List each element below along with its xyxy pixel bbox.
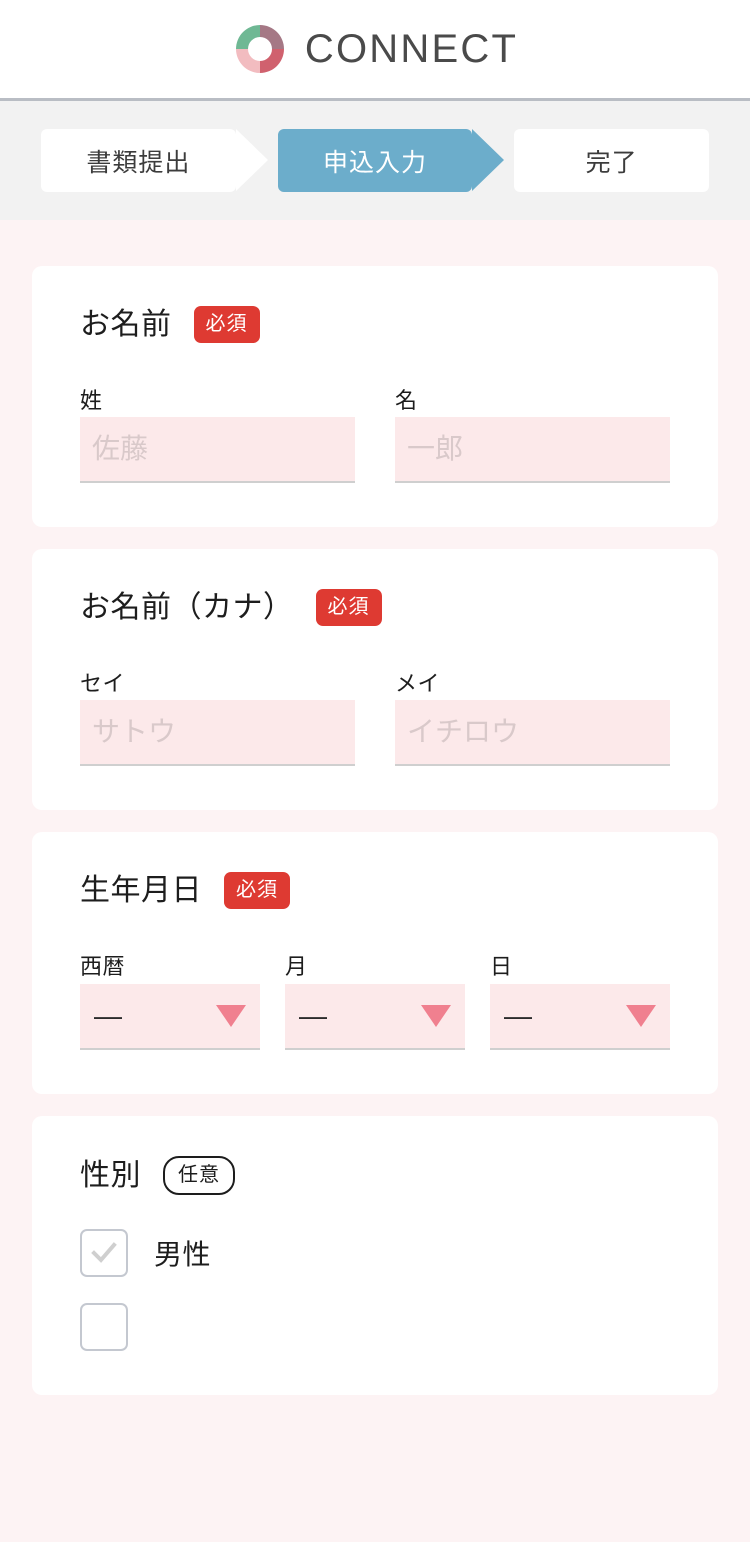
section-birthdate: 生年月日 必須 西暦 — 月 — 日 — <box>32 832 718 1093</box>
required-badge: 必須 <box>316 589 382 626</box>
check-mark-icon <box>89 1238 119 1268</box>
chevron-down-icon <box>421 1005 451 1027</box>
section-header: 性別 任意 <box>80 1156 670 1195</box>
section-header: お名前（カナ） 必須 <box>80 589 670 626</box>
birth-year-select[interactable]: — <box>80 984 260 1050</box>
step-item-complete[interactable]: 完了 <box>514 129 709 192</box>
field-last-name: 姓 <box>80 389 355 483</box>
field-birth-month: 月 — <box>285 955 465 1049</box>
field-label: 月 <box>285 955 465 979</box>
field-first-name-kana: メイ <box>395 672 670 766</box>
field-first-name: 名 <box>395 389 670 483</box>
gender-option-label: 男性 <box>154 1233 211 1273</box>
last-name-kana-input[interactable] <box>80 700 355 766</box>
field-birth-year: 西暦 — <box>80 955 260 1049</box>
field-birth-day: 日 — <box>490 955 670 1049</box>
checkbox-icon[interactable] <box>80 1229 128 1277</box>
field-last-name-kana: セイ <box>80 672 355 766</box>
application-form: お名前 必須 姓 名 お名前（カナ） 必須 セイ メイ <box>0 220 750 1395</box>
field-label: メイ <box>395 672 670 696</box>
required-badge: 必須 <box>194 306 260 343</box>
chevron-down-icon <box>216 1005 246 1027</box>
step-label: 書類提出 <box>86 143 190 179</box>
first-name-kana-input[interactable] <box>395 700 670 766</box>
section-header: 生年月日 必須 <box>80 872 670 909</box>
gender-options: 男性 <box>80 1229 670 1351</box>
step-label: 完了 <box>586 143 638 179</box>
name-field-row: 姓 名 <box>80 389 670 483</box>
section-title: お名前 <box>80 308 172 341</box>
section-name: お名前 必須 姓 名 <box>32 266 718 527</box>
field-label: 名 <box>395 389 670 413</box>
optional-badge: 任意 <box>163 1156 235 1195</box>
step-label: 申込入力 <box>323 143 427 179</box>
last-name-input[interactable] <box>80 417 355 483</box>
section-header: お名前 必須 <box>80 306 670 343</box>
brand-name: CONNECT <box>305 29 518 69</box>
section-gender: 性別 任意 男性 <box>32 1116 718 1395</box>
field-label: 姓 <box>80 389 355 413</box>
birth-month-select[interactable]: — <box>285 984 465 1050</box>
birthdate-field-row: 西暦 — 月 — 日 — <box>80 955 670 1049</box>
section-title: お名前（カナ） <box>80 591 294 624</box>
birth-day-select[interactable]: — <box>490 984 670 1050</box>
section-title: 生年月日 <box>80 874 202 907</box>
required-badge: 必須 <box>224 872 290 909</box>
select-value: — <box>299 1002 327 1030</box>
step-item-application-input[interactable]: 申込入力 <box>278 129 473 192</box>
gender-option-secondary[interactable] <box>80 1303 670 1351</box>
kana-field-row: セイ メイ <box>80 672 670 766</box>
first-name-input[interactable] <box>395 417 670 483</box>
step-item-document-submission[interactable]: 書類提出 <box>41 129 236 192</box>
connect-pinwheel-logo-icon <box>232 21 288 77</box>
gender-option-male[interactable]: 男性 <box>80 1229 670 1277</box>
section-name-kana: お名前（カナ） 必須 セイ メイ <box>32 549 718 810</box>
step-progress-bar: 書類提出 申込入力 完了 <box>0 101 750 220</box>
field-label: 西暦 <box>80 955 260 979</box>
brand-logo[interactable]: CONNECT <box>232 21 518 77</box>
chevron-down-icon <box>626 1005 656 1027</box>
section-title: 性別 <box>80 1159 141 1192</box>
field-label: セイ <box>80 672 355 696</box>
checkbox-icon[interactable] <box>80 1303 128 1351</box>
field-label: 日 <box>490 955 670 979</box>
select-value: — <box>94 1002 122 1030</box>
select-value: — <box>504 1002 532 1030</box>
site-header: CONNECT <box>0 0 750 101</box>
